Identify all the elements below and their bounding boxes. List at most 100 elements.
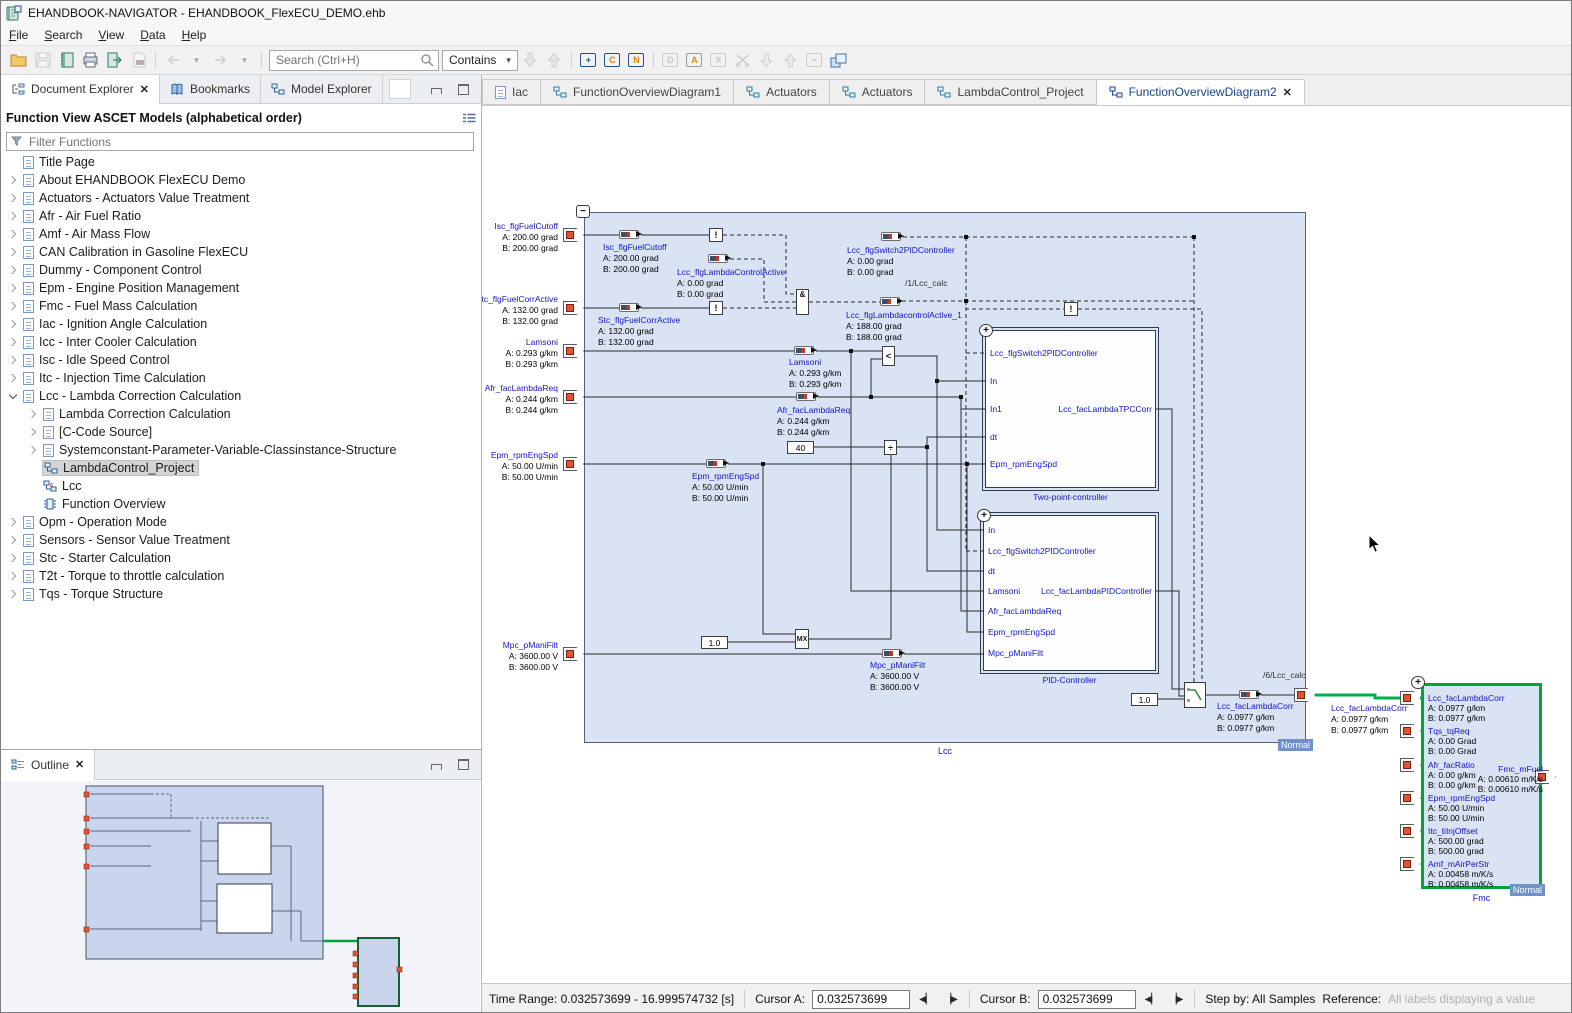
next-result-icon[interactable] — [519, 48, 542, 72]
chevron-right-icon[interactable] — [8, 175, 18, 185]
tree-item[interactable]: Stc - Starter Calculation — [1, 549, 481, 567]
measure-tap[interactable] — [794, 346, 814, 355]
search-icon[interactable] — [420, 53, 434, 67]
chevron-right-icon[interactable] — [28, 427, 38, 437]
tree-item-lcc[interactable]: Lcc - Lambda Correction Calculation — [1, 387, 481, 405]
model-wrench-icon[interactable]: ⌁ — [803, 48, 826, 72]
measure-tap[interactable] — [708, 254, 728, 263]
tree-item[interactable]: Iac - Ignition Angle Calculation — [1, 315, 481, 333]
chevron-right-icon[interactable] — [8, 247, 18, 257]
maximize-panel-icon[interactable] — [458, 759, 469, 770]
cursor-a-input[interactable] — [812, 990, 910, 1009]
chevron-right-icon[interactable] — [8, 283, 18, 293]
measure-tap[interactable] — [1239, 690, 1259, 699]
tree-item[interactable]: Icc - Inter Cooler Calculation — [1, 333, 481, 351]
tree-item[interactable]: Title Page — [1, 153, 481, 171]
new-window-icon[interactable] — [827, 48, 850, 72]
tree-item[interactable]: Afr - Air Fuel Ratio — [1, 207, 481, 225]
handbook-icon[interactable] — [55, 48, 78, 72]
tree-item[interactable]: Sensors - Sensor Value Treatment — [1, 531, 481, 549]
tree-item-lambdacontrol-project[interactable]: LambdaControl_Project — [1, 459, 481, 477]
chevron-right-icon[interactable] — [8, 535, 18, 545]
measure-tap[interactable] — [619, 303, 639, 312]
chevron-right-icon[interactable] — [8, 301, 18, 311]
forward-icon[interactable] — [209, 48, 232, 72]
back-icon[interactable] — [161, 48, 184, 72]
constant-value[interactable]: 40 — [787, 441, 814, 454]
step-into-icon[interactable] — [755, 48, 778, 72]
previous-result-icon[interactable] — [543, 48, 566, 72]
chevron-right-icon[interactable] — [8, 355, 18, 365]
chevron-right-icon[interactable] — [8, 571, 18, 581]
maximize-panel-icon[interactable] — [458, 84, 469, 95]
menu-data[interactable]: Data — [132, 26, 173, 44]
not-operator[interactable]: ! — [709, 228, 723, 242]
chevron-right-icon[interactable] — [8, 211, 18, 221]
chevron-right-icon[interactable] — [8, 193, 18, 203]
tree-item[interactable]: Dummy - Component Control — [1, 261, 481, 279]
not-operator[interactable]: ! — [709, 301, 723, 315]
measure-tap[interactable] — [706, 459, 726, 468]
tree-item-function-overview[interactable]: Function Overview — [1, 495, 481, 513]
measure-tap[interactable] — [882, 649, 902, 658]
search-mode-dropdown[interactable]: Contains▾ — [442, 50, 518, 71]
measure-tap[interactable] — [796, 392, 816, 401]
chevron-right-icon[interactable] — [28, 445, 38, 455]
export-book-icon[interactable] — [103, 48, 126, 72]
tab-lambdacontrol-project[interactable]: LambdaControl_Project — [925, 79, 1096, 105]
tree-item[interactable]: Actuators - Actuators Value Treatment — [1, 189, 481, 207]
back-history-dropdown-icon[interactable]: ▾ — [185, 48, 208, 72]
search-input[interactable] — [274, 52, 420, 68]
chevron-down-icon[interactable] — [8, 391, 18, 401]
chevron-right-icon[interactable] — [8, 517, 18, 527]
close-icon[interactable]: ✕ — [75, 758, 84, 771]
cursor-a-step-back-icon[interactable]: ◀▏ — [917, 994, 934, 1005]
model-c-code-icon[interactable]: C — [601, 48, 624, 72]
outline-minimap[interactable] — [1, 781, 480, 1013]
save-icon[interactable] — [31, 48, 54, 72]
tab-outline[interactable]: Outline ✕ — [1, 750, 95, 780]
tab-iac[interactable]: Iac — [482, 79, 541, 105]
tree-item[interactable]: CAN Calibration in Gasoline FlexECU — [1, 243, 481, 261]
print-icon[interactable] — [79, 48, 102, 72]
tree-item[interactable]: Tqs - Torque Structure — [1, 585, 481, 603]
tab-bookmarks[interactable]: Bookmarks — [160, 75, 261, 103]
expand-icon[interactable]: + — [977, 509, 991, 522]
constant-value[interactable]: 1.0 — [1131, 693, 1158, 706]
chevron-right-icon[interactable] — [28, 409, 38, 419]
tab-document-explorer[interactable]: Document Explorer ✕ — [1, 75, 160, 104]
model-d-icon[interactable]: D — [659, 48, 682, 72]
less-than-operator[interactable]: < — [882, 346, 895, 366]
tree-item[interactable]: Epm - Engine Position Management — [1, 279, 481, 297]
chevron-right-icon[interactable] — [8, 589, 18, 599]
and-operator[interactable]: & — [796, 289, 809, 315]
tab-actuators-2[interactable]: Actuators — [830, 79, 926, 105]
forward-history-dropdown-icon[interactable]: ▾ — [233, 48, 256, 72]
tree-item[interactable]: Itc - Injection Time Calculation — [1, 369, 481, 387]
chevron-right-icon[interactable] — [8, 265, 18, 275]
chevron-right-icon[interactable] — [8, 373, 18, 383]
tree-item[interactable]: Amf - Air Mass Flow — [1, 225, 481, 243]
chevron-right-icon[interactable] — [8, 553, 18, 563]
model-n-icon[interactable]: N — [625, 48, 648, 72]
minimize-panel-icon[interactable] — [431, 88, 442, 94]
not-operator[interactable]: ! — [1064, 302, 1078, 316]
tree-item[interactable]: [C-Code Source] — [1, 423, 481, 441]
divide-operator[interactable]: ÷ — [884, 440, 897, 455]
measure-tap[interactable] — [880, 297, 900, 306]
insert-model-icon[interactable]: + — [577, 48, 600, 72]
tree-item[interactable]: Fmc - Fuel Mass Calculation — [1, 297, 481, 315]
cursor-a-step-forward-icon[interactable]: ▕▶ — [941, 994, 958, 1005]
menu-search[interactable]: Search — [36, 26, 90, 44]
tree-item[interactable]: Opm - Operation Mode — [1, 513, 481, 531]
model-a-icon[interactable]: A — [683, 48, 706, 72]
chevron-right-icon[interactable] — [8, 319, 18, 329]
cursor-b-input[interactable] — [1038, 990, 1136, 1009]
diagram-canvas[interactable]: − Lcc Normal Isc_flgFuelCutoffA: 200.00 … — [482, 106, 1572, 983]
menu-file[interactable]: File — [1, 26, 36, 44]
constant-value[interactable]: 1.0 — [701, 636, 728, 649]
tree-item[interactable]: Systemconstant-Parameter-Variable-Classi… — [1, 441, 481, 459]
tree-item[interactable]: About EHANDBOOK FlexECU Demo — [1, 171, 481, 189]
cut-connection-icon[interactable] — [731, 48, 754, 72]
chevron-right-icon[interactable] — [8, 337, 18, 347]
